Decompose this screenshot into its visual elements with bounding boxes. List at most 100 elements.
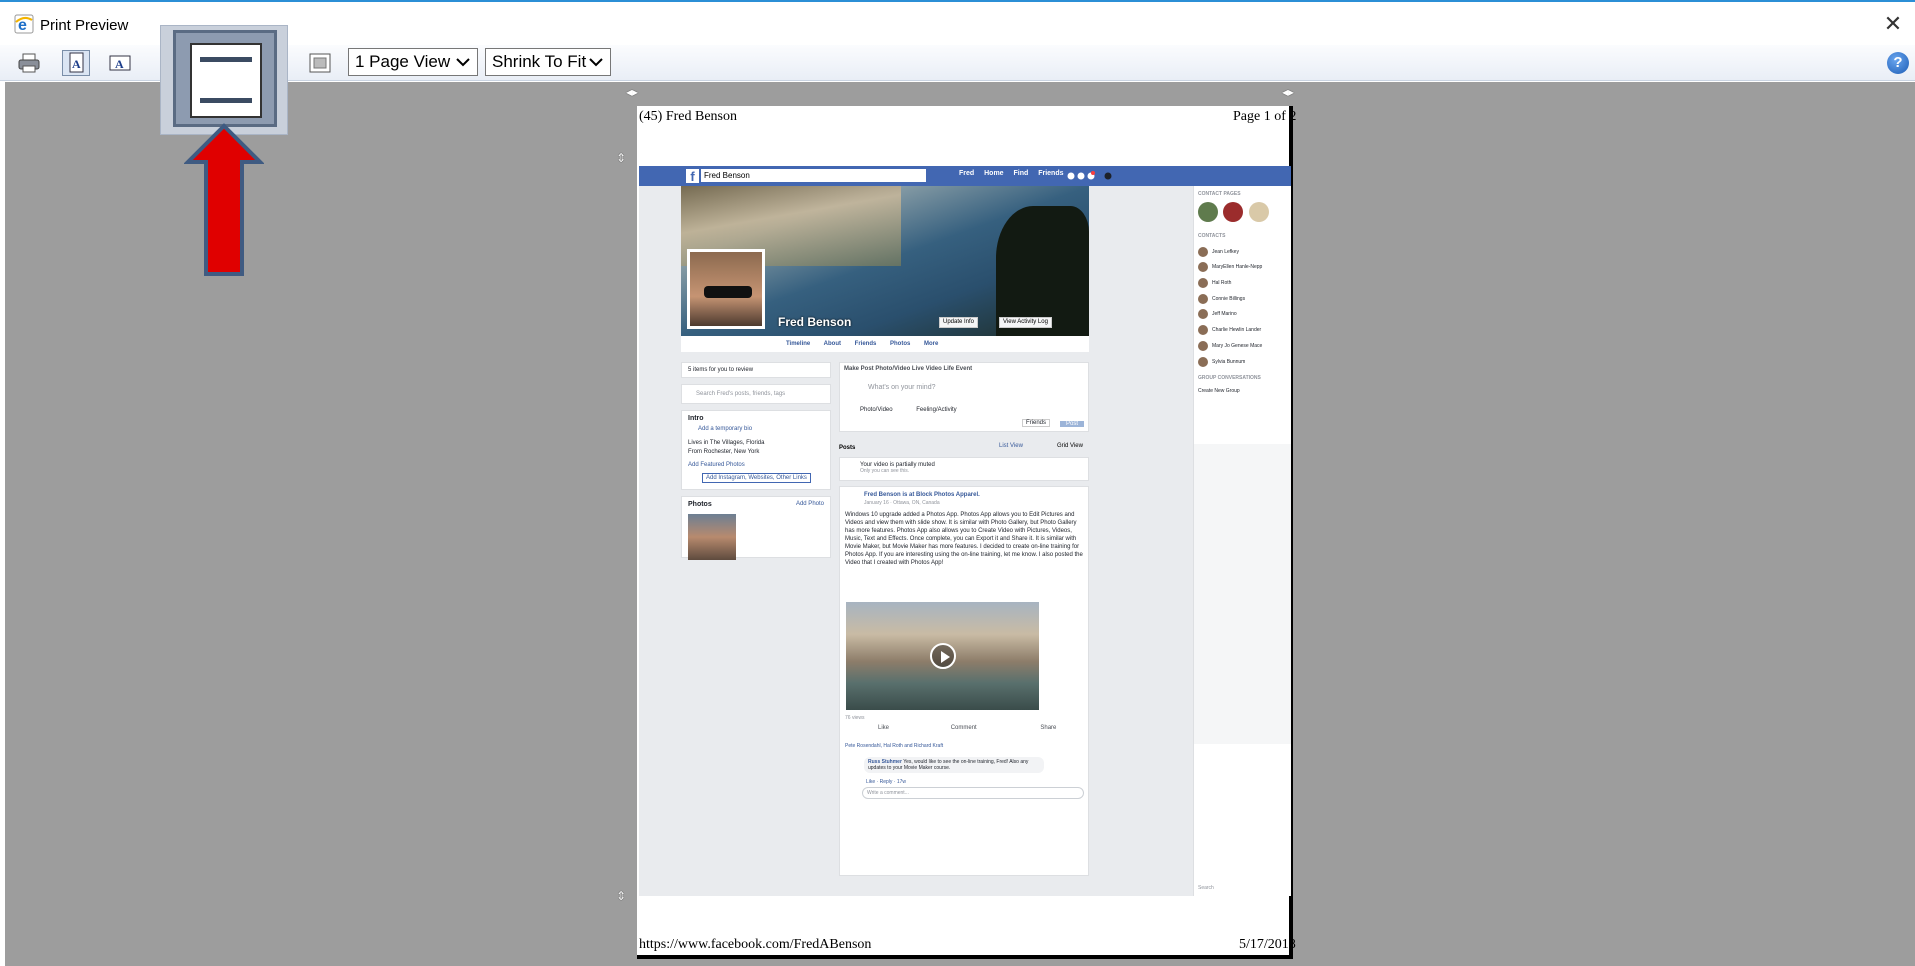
avatar: [1198, 340, 1208, 351]
review-text: 5 items for you to review: [688, 367, 754, 373]
contact-name: Jean Lefkey: [1212, 249, 1239, 255]
svg-text:A: A: [72, 57, 81, 71]
contact-pages-avatars: [1198, 202, 1273, 226]
chevron-down-icon: [589, 58, 603, 67]
add-links-button: Add Instagram, Websites, Other Links: [702, 473, 811, 483]
shrink-value: Shrink To Fit: [492, 52, 587, 71]
headers-footers-callout[interactable]: [160, 25, 288, 135]
search-posts-card: Search Fred's posts, friends, tags: [681, 384, 831, 404]
rail-empty-area: [1194, 444, 1291, 744]
play-icon: [930, 643, 956, 669]
list-view: List View: [999, 443, 1023, 449]
contact-name: Hal Roth: [1212, 280, 1232, 286]
muted-sub: Only you can see this.: [860, 468, 910, 474]
right-margin-handle[interactable]: ◂▸: [1282, 86, 1294, 98]
photo-video-action: Photo/Video: [860, 407, 893, 413]
landscape-button[interactable]: A: [106, 50, 134, 76]
photo-thumbnail: [688, 514, 736, 560]
share-action: Share: [1040, 725, 1057, 731]
left-margin-handle[interactable]: ◂▸: [626, 86, 638, 98]
chevron-down-icon: [456, 58, 470, 67]
contact-item: Mary Jo Genese Mace: [1198, 340, 1262, 352]
print-preview-window: e Print Preview ✕ A A 1 Page View Shrink…: [0, 0, 1915, 966]
update-info-button: Update Info: [939, 317, 979, 328]
page-view-value: 1 Page View: [355, 52, 451, 71]
contact-name: Connie Billings: [1212, 296, 1246, 302]
page-footer-left: https://www.facebook.com/FredABenson: [639, 937, 872, 952]
comment-bubble: Russ Stuhmer Yes, would like to see the …: [864, 757, 1044, 773]
contact-pages-label: CONTACT PAGES: [1198, 191, 1241, 197]
window-title: Print Preview: [40, 17, 129, 34]
muted-notice: Your video is partially muted Only you c…: [839, 457, 1089, 481]
photos-card: Photos Add Photo: [681, 496, 831, 560]
post-video: [846, 602, 1039, 710]
contacts-rail: CONTACT PAGES CONTACTS Jean Lefkey MaryE…: [1193, 186, 1291, 896]
landscape-icon: A: [109, 55, 131, 71]
friends-audience: Friends: [1021, 419, 1050, 427]
fb-top-bar: f Fred Benson Fred Home Find Friends: [639, 166, 1291, 186]
contacts-label: CONTACTS: [1198, 233, 1226, 239]
lives-in: Lives in The Villages, Florida: [688, 440, 765, 446]
view-activity-button: View Activity Log: [999, 317, 1052, 328]
fb-search-box: Fred Benson: [701, 169, 926, 182]
avatar: [1198, 246, 1208, 257]
composer-actions: Photo/Video Feeling/Activity: [860, 407, 1084, 413]
review-card: 5 items for you to review: [681, 362, 831, 378]
contact-item: Connie Billings: [1198, 293, 1245, 305]
page-avatar: [1198, 202, 1218, 222]
header-line: [200, 57, 252, 62]
group-conversations-label: GROUP CONVERSATIONS: [1198, 375, 1261, 381]
help-button[interactable]: ?: [1887, 52, 1909, 74]
facebook-page-image: f Fred Benson Fred Home Find Friends Fre…: [639, 166, 1291, 896]
grid-view: Grid View: [1057, 443, 1083, 449]
contact-name: Sylvia Bunnum: [1212, 359, 1246, 365]
contact-name: Mary Jo Genese Mace: [1212, 343, 1263, 349]
page-glyph: [190, 43, 262, 118]
like-action: Like: [878, 725, 890, 731]
profile-tabs: Timeline About Friends Photos More: [681, 336, 1089, 352]
comment-meta: Like · Reply · 17w: [866, 779, 907, 785]
header-margin-handle[interactable]: ⇕: [616, 152, 626, 164]
full-width-button[interactable]: [306, 50, 334, 76]
footer-margin-handle[interactable]: ⇕: [616, 890, 626, 902]
avatar: [1198, 356, 1208, 367]
page-footer-right: 5/17/2018: [1239, 937, 1296, 952]
portrait-icon: A: [69, 52, 84, 73]
intro-card: Intro Add a temporary bio Lives in The V…: [681, 410, 831, 490]
shrink-to-fit-select[interactable]: Shrink To Fit: [485, 48, 611, 76]
profile-picture: [687, 249, 765, 329]
contact-name: Charlie Hewlin Lander: [1212, 327, 1262, 333]
composer-card: Make Post Photo/Video Live Video Life Ev…: [839, 362, 1089, 432]
headers-footers-icon: [173, 30, 277, 127]
contact-item: Charlie Hewlin Lander: [1198, 324, 1261, 336]
contact-item: MaryEllen Hanle-Nepp: [1198, 261, 1262, 273]
reactions-line: Pete Rosendahl, Hal Roth and Richard Kra…: [845, 743, 944, 749]
contact-name: MaryEllen Hanle-Nepp: [1212, 264, 1263, 270]
post-author: Fred Benson is at Block Photos Apparel.: [864, 492, 980, 498]
svg-text:A: A: [115, 57, 124, 71]
composer-placeholder: What's on your mind?: [868, 384, 936, 391]
avatar: [1198, 261, 1208, 272]
avatar: [1198, 277, 1208, 288]
avatar: [1198, 324, 1208, 335]
ie-logo-icon: e: [14, 14, 34, 34]
photos-title: Photos: [688, 501, 712, 508]
avatar: [1198, 308, 1208, 319]
contact-item: Jean Lefkey: [1198, 246, 1239, 258]
contact-item: Sylvia Bunnum: [1198, 356, 1245, 368]
close-button[interactable]: ✕: [1879, 10, 1907, 38]
notification-icons: [1067, 171, 1112, 180]
page-view-select[interactable]: 1 Page View: [348, 48, 478, 76]
facebook-logo-icon: f: [686, 169, 699, 184]
print-button[interactable]: [15, 50, 43, 76]
create-group: Create New Group: [1198, 388, 1240, 394]
portrait-button[interactable]: A: [62, 50, 90, 76]
post-card: Fred Benson is at Block Photos Apparel. …: [839, 486, 1089, 876]
page-avatar: [1248, 202, 1269, 222]
composer-tabs: Make Post Photo/Video Live Video Life Ev…: [844, 366, 973, 372]
feeling-action: Feeling/Activity: [916, 407, 957, 413]
red-arrow-annotation: [184, 123, 264, 276]
write-comment-box: Write a comment...: [862, 787, 1084, 799]
profile-name: Fred Benson: [778, 315, 852, 329]
sunglasses: [704, 286, 752, 298]
